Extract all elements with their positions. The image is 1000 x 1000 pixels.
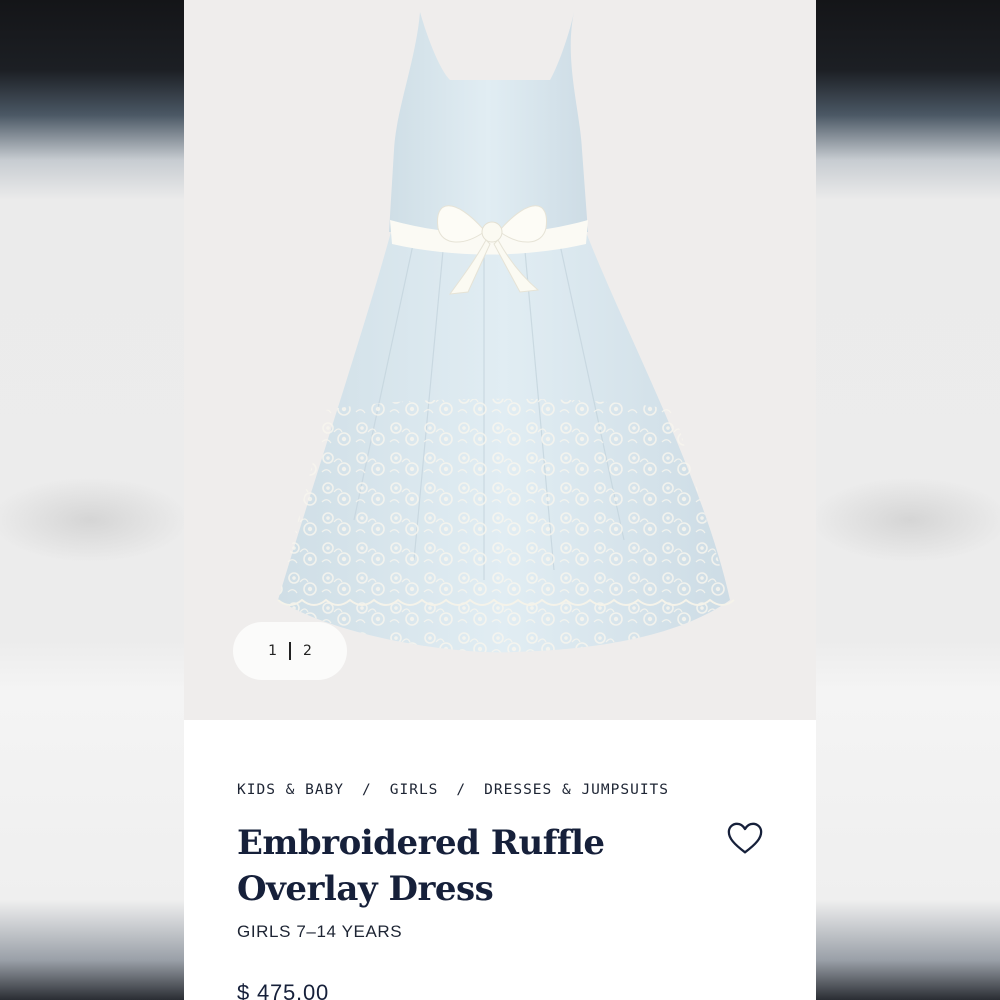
breadcrumb-item-girls[interactable]: GIRLS (390, 782, 439, 798)
product-subtitle: GIRLS 7–14 YEARS (237, 922, 403, 941)
pager-divider (289, 642, 291, 660)
breadcrumb: KIDS & BABY / GIRLS / DRESSES & JUMPSUIT… (237, 782, 776, 798)
breadcrumb-item-kids-baby[interactable]: KIDS & BABY (237, 782, 344, 798)
product-details: KIDS & BABY / GIRLS / DRESSES & JUMPSUIT… (237, 760, 776, 1000)
pager-total: 2 (303, 643, 312, 659)
breadcrumb-item-dresses-jumpsuits[interactable]: DRESSES & JUMPSUITS (484, 782, 669, 798)
product-title: Embroidered Ruffle Overlay Dress (237, 820, 657, 912)
product-title-line2: Overlay Dress (237, 869, 494, 909)
product-image-gallery[interactable]: 1 2 (184, 0, 816, 720)
title-row: Embroidered Ruffle Overlay Dress (237, 820, 776, 912)
product-price: $ 475.00 (237, 980, 330, 1000)
product-page: 1 2 KIDS & BABY / GIRLS / DRESSES & JUMP… (184, 0, 816, 1000)
breadcrumb-separator: / (456, 782, 467, 798)
heart-icon[interactable] (726, 820, 764, 858)
image-pager[interactable]: 1 2 (233, 622, 347, 680)
product-title-line1: Embroidered Ruffle (237, 823, 605, 863)
pager-current: 1 (268, 643, 277, 659)
product-image (277, 12, 735, 653)
breadcrumb-separator: / (362, 782, 372, 798)
